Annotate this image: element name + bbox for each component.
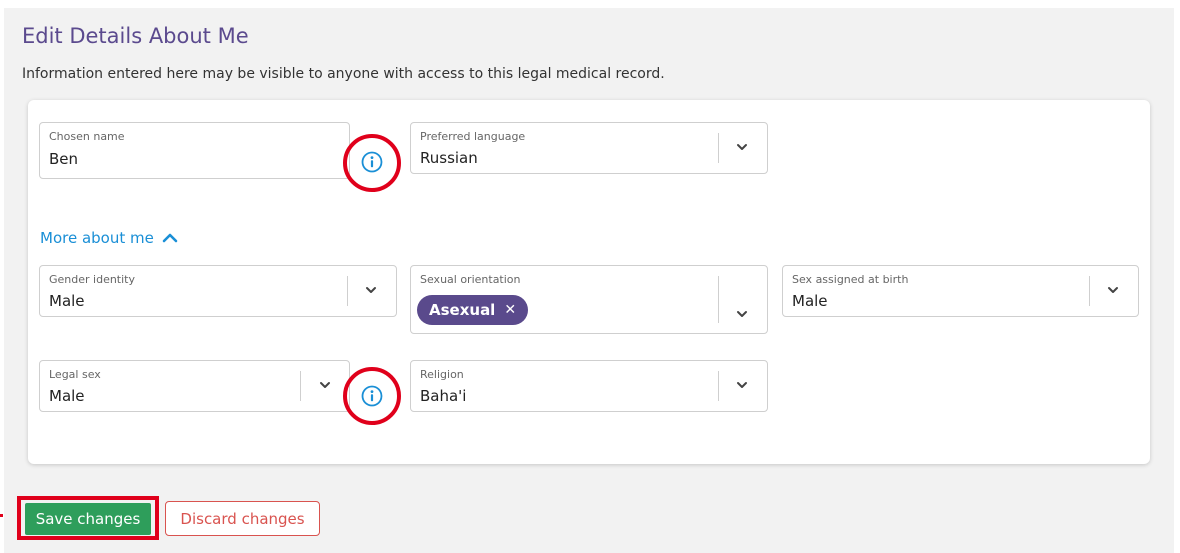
legal-sex-value: Male [49,387,85,405]
select-divider [300,371,301,401]
legal-sex-select[interactable]: Legal sex Male [39,360,350,412]
chevron-down-icon[interactable] [734,377,750,393]
preferred-language-label: Preferred language [420,130,526,143]
preferred-language-value: Russian [420,149,478,167]
sexual-orientation-label: Sexual orientation [420,273,521,286]
chip-remove-icon[interactable]: ✕ [504,302,516,318]
select-divider [718,276,719,323]
discard-changes-button[interactable]: Discard changes [165,501,320,536]
chip-label: Asexual [429,301,496,319]
religion-label: Religion [420,368,464,381]
sex-assigned-at-birth-value: Male [792,292,828,310]
chevron-down-icon[interactable] [317,377,333,393]
religion-value: Baha'i [420,387,467,405]
select-divider [718,371,719,401]
gender-identity-select[interactable]: Gender identity Male [39,265,397,317]
gender-identity-value: Male [49,292,85,310]
save-changes-button[interactable]: Save changes [25,503,151,535]
highlight-circle [343,367,401,425]
religion-select[interactable]: Religion Baha'i [410,360,768,412]
sex-assigned-at-birth-select[interactable]: Sex assigned at birth Male [782,265,1139,317]
more-about-me-label: More about me [40,229,154,247]
more-about-me-toggle[interactable]: More about me [40,229,178,247]
sexual-orientation-select[interactable]: Sexual orientation Asexual ✕ [410,265,768,334]
page-subtitle: Information entered here may be visible … [22,66,665,82]
highlight-circle [343,134,401,192]
chevron-up-icon [162,233,178,243]
asexual-chip[interactable]: Asexual ✕ [417,295,529,325]
page-title: Edit Details About Me [22,24,249,48]
chevron-down-icon[interactable] [734,306,750,322]
chevron-down-icon[interactable] [363,282,379,298]
highlight-marker [0,514,3,517]
select-divider [1089,276,1090,306]
select-divider [347,276,348,306]
sex-assigned-at-birth-label: Sex assigned at birth [792,273,909,286]
preferred-language-select[interactable]: Preferred language Russian [410,122,768,174]
details-card: Chosen name Ben Preferred language Russi… [28,100,1150,464]
legal-sex-label: Legal sex [49,368,101,381]
chevron-down-icon[interactable] [1105,282,1121,298]
gender-identity-label: Gender identity [49,273,136,286]
chosen-name-value[interactable]: Ben [49,150,78,168]
select-divider [718,133,719,163]
chosen-name-label: Chosen name [49,130,125,143]
chosen-name-field[interactable]: Chosen name Ben [39,122,350,179]
chevron-down-icon[interactable] [734,139,750,155]
